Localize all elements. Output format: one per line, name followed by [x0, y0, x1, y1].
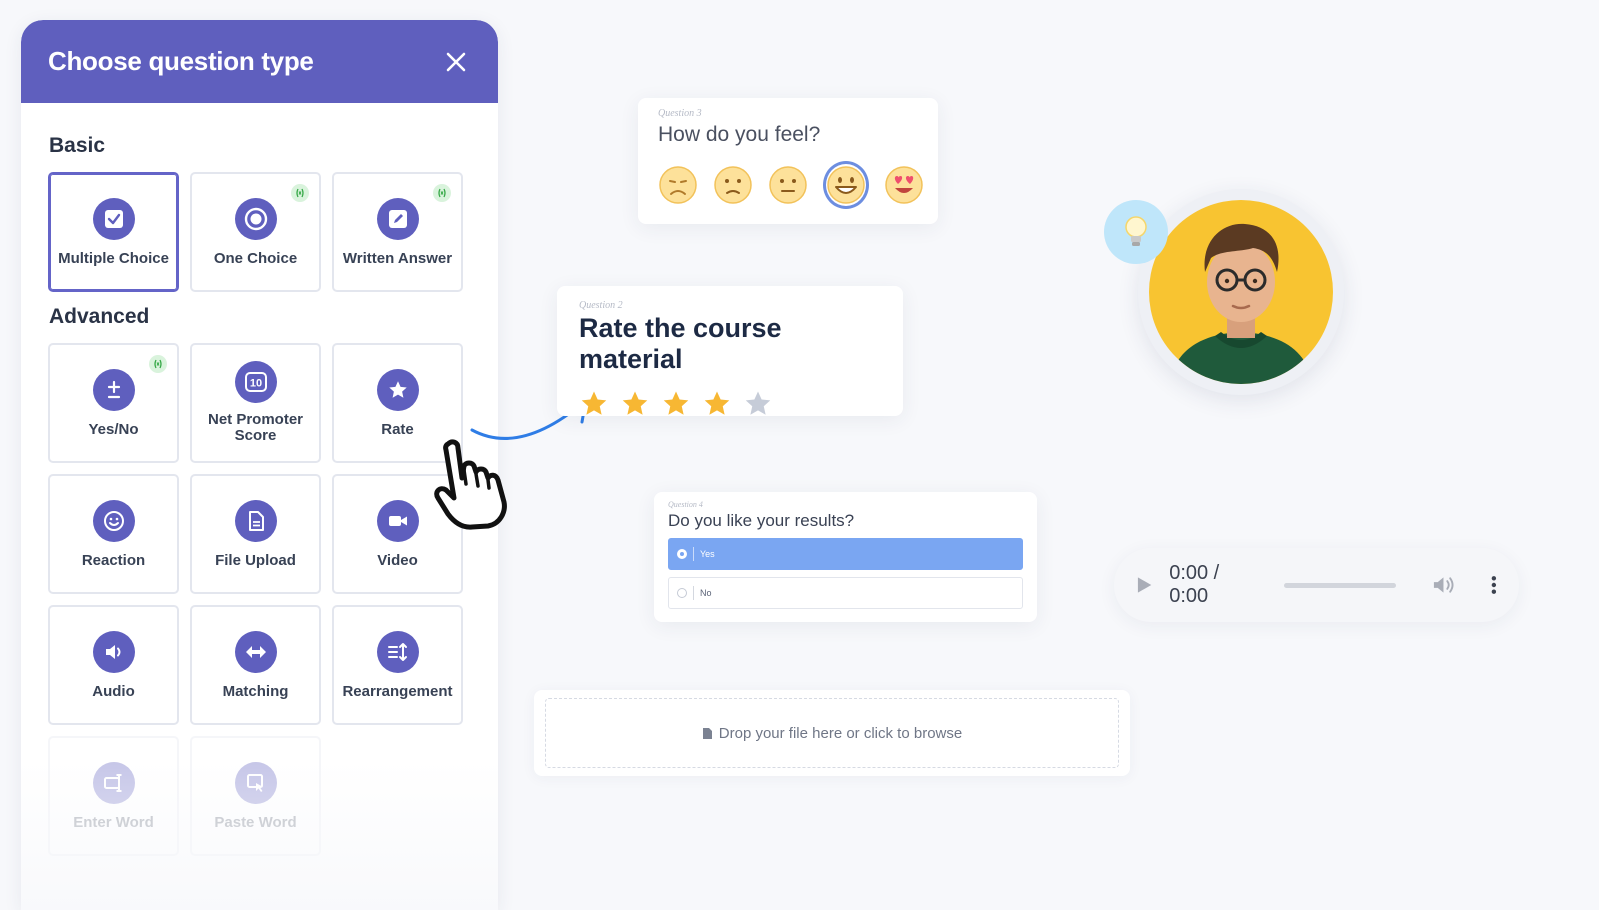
section-advanced-label: Advanced	[49, 305, 150, 328]
dialog-title: Choose question type	[48, 46, 314, 76]
file-dropzone[interactable]: Drop your file here or click to browse	[545, 698, 1119, 768]
hand-cursor-icon	[434, 439, 507, 530]
star-rating	[579, 389, 881, 419]
text-cursor-icon	[92, 762, 135, 804]
plus-minus-icon	[92, 369, 135, 411]
close-button[interactable]	[442, 48, 470, 76]
tile-label: Paste Word	[214, 814, 297, 831]
question-number: Question 3	[658, 108, 702, 119]
audio-player: 0:00 / 0:00	[1114, 548, 1519, 622]
radio-selected-icon	[677, 549, 687, 559]
progress-track[interactable]	[1283, 582, 1397, 588]
results-title: Do you like your results?	[668, 511, 855, 530]
tile-label: Enter Word	[73, 814, 154, 831]
emoji-row	[658, 161, 923, 209]
dropzone-text: Drop your file here or click to browse	[718, 724, 963, 742]
star-filled-icon[interactable]	[702, 389, 732, 419]
tile-reaction[interactable]: Reaction	[48, 474, 179, 594]
avatar-frame	[1138, 189, 1344, 395]
checkbox-icon	[92, 198, 135, 240]
pencil-icon	[376, 198, 419, 240]
tile-written-answer[interactable]: Written Answer	[332, 172, 463, 292]
tile-file-upload[interactable]: File Upload	[190, 474, 321, 594]
tile-label: Audio	[92, 683, 135, 700]
feel-card: Question 3 How do you feel?	[638, 98, 938, 224]
tile-label: Matching	[222, 683, 289, 700]
play-icon[interactable]	[1136, 575, 1153, 595]
star-filled-icon[interactable]	[620, 389, 650, 419]
tile-net-promoter-score[interactable]: 10 Net Promoter Score	[190, 343, 321, 463]
option-label: No	[700, 588, 712, 598]
tile-audio[interactable]: Audio	[48, 605, 179, 725]
variable-badge-icon	[291, 184, 309, 202]
paste-icon	[234, 762, 277, 804]
tile-label: Written Answer	[342, 250, 453, 267]
tile-label: Multiple Choice	[58, 250, 169, 267]
svg-text:10: 10	[249, 378, 261, 390]
star-filled-icon[interactable]	[579, 389, 609, 419]
tile-matching[interactable]: Matching	[190, 605, 321, 725]
emoji-sad[interactable]	[713, 165, 753, 205]
rate-card: Question 2 Rate the course material	[557, 286, 903, 416]
tile-label: Rate	[381, 421, 414, 438]
tile-label: Rearrangement	[342, 683, 453, 700]
double-arrow-icon	[234, 631, 277, 673]
results-card: Question 4 Do you like your results? Yes…	[654, 492, 1037, 622]
tile-multiple-choice[interactable]: Multiple Choice	[48, 172, 179, 292]
smiley-icon	[92, 500, 135, 542]
tile-rearrangement[interactable]: Rearrangement	[332, 605, 463, 725]
tile-yes-no[interactable]: Yes/No	[48, 343, 179, 463]
volume-icon[interactable]	[1432, 574, 1457, 596]
question-number: Question 2	[579, 300, 623, 311]
tile-one-choice[interactable]: One Choice	[190, 172, 321, 292]
emoji-happy-selected[interactable]	[823, 161, 869, 209]
avatar	[1149, 200, 1333, 384]
option-yes[interactable]: Yes	[668, 538, 1023, 570]
tile-label: File Upload	[215, 552, 296, 569]
separator	[693, 586, 694, 600]
emoji-love[interactable]	[884, 165, 924, 205]
feel-title: How do you feel?	[658, 123, 821, 146]
star-filled-icon[interactable]	[661, 389, 691, 419]
player-time: 0:00 / 0:00	[1169, 562, 1220, 607]
tile-enter-word[interactable]: Enter Word	[48, 736, 179, 856]
file-icon	[234, 500, 277, 542]
nps-10-icon: 10	[234, 361, 277, 403]
option-label: Yes	[700, 549, 715, 559]
radio-icon	[677, 588, 687, 598]
emoji-very-sad[interactable]	[658, 165, 698, 205]
rate-title: Rate the course material	[579, 313, 782, 374]
more-vertical-icon[interactable]	[1491, 574, 1497, 596]
tile-label: One Choice	[213, 250, 298, 267]
question-type-dialog: Choose question type Basic Multiple Choi…	[21, 20, 498, 910]
tile-label: Net Promoter Score	[207, 411, 304, 444]
variable-badge-icon	[149, 355, 167, 373]
option-no[interactable]: No	[668, 577, 1023, 609]
lightbulb-badge	[1104, 200, 1168, 264]
tile-label: Reaction	[81, 552, 146, 569]
tile-paste-word[interactable]: Paste Word	[190, 736, 321, 856]
star-icon	[376, 369, 419, 411]
star-empty-icon[interactable]	[743, 389, 773, 419]
speaker-icon	[92, 631, 135, 673]
question-number: Question 4	[668, 500, 703, 509]
emoji-neutral[interactable]	[768, 165, 808, 205]
section-basic-label: Basic	[49, 134, 106, 157]
tile-label: Video	[377, 552, 418, 569]
tile-label: Yes/No	[88, 421, 139, 438]
file-icon	[702, 727, 712, 739]
lightbulb-icon	[1125, 216, 1147, 246]
sort-icon	[376, 631, 419, 673]
radio-icon	[234, 198, 277, 240]
close-icon	[446, 52, 466, 71]
variable-badge-icon	[433, 184, 451, 202]
dialog-header: Choose question type	[21, 20, 498, 103]
separator	[693, 547, 694, 561]
video-camera-icon	[376, 500, 419, 542]
